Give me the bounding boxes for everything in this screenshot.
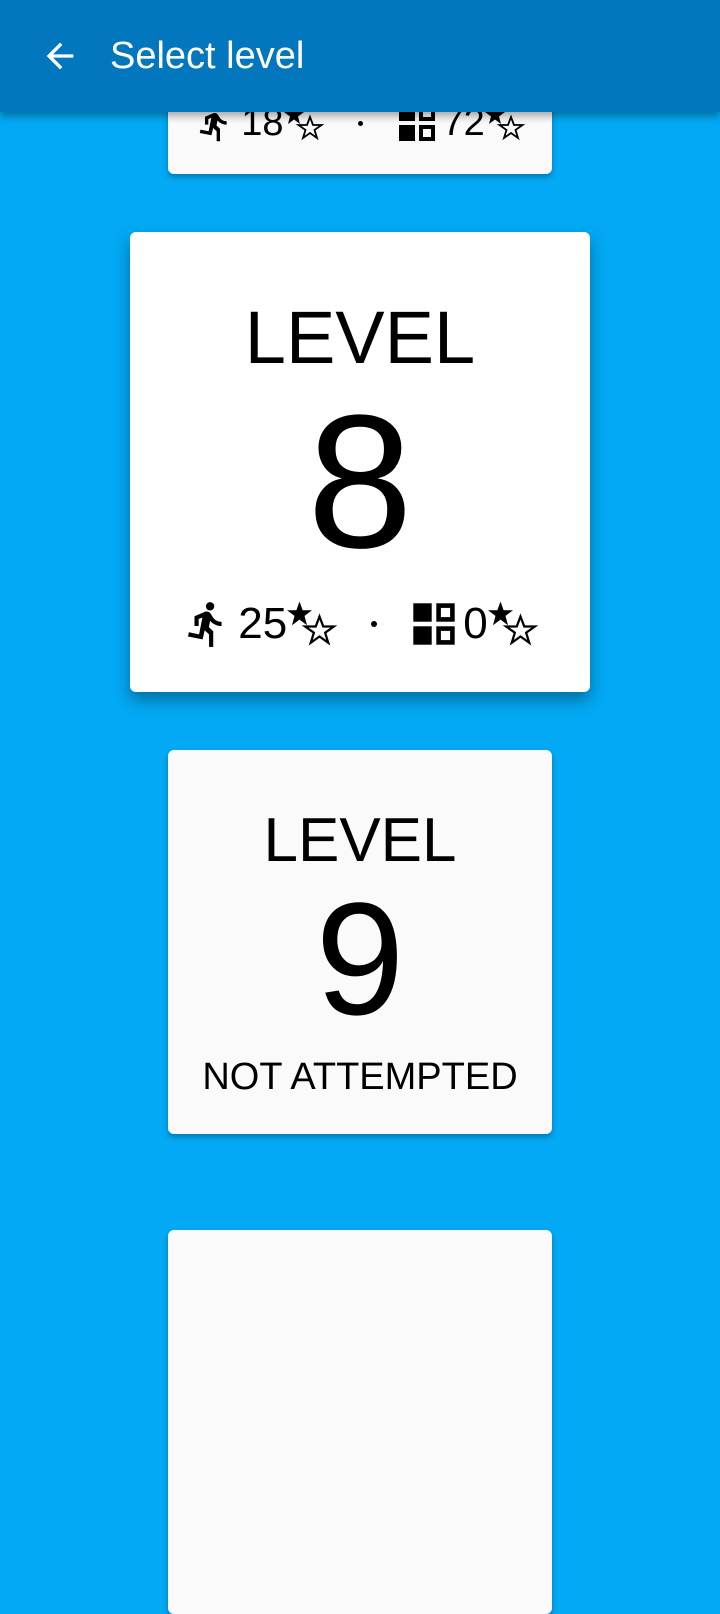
page-title: Select level: [110, 35, 305, 77]
level-label: LEVEL: [244, 296, 476, 379]
stars-icon: [287, 601, 338, 646]
level-number: 8: [307, 376, 413, 588]
level-card-9[interactable]: LEVEL 9 NOT ATTEMPTED: [168, 750, 552, 1134]
level-card-8[interactable]: LEVEL 8 25 0: [130, 232, 590, 692]
back-button[interactable]: [30, 26, 90, 86]
moves-stat: 25: [182, 599, 338, 649]
level-status: NOT ATTEMPTED: [202, 1056, 518, 1098]
level-label: LEVEL: [263, 806, 457, 875]
tiles-icon: [413, 603, 455, 645]
level-card-10[interactable]: [168, 1230, 552, 1614]
arrow-back-icon: [46, 42, 74, 70]
tiles-best-value: 0: [463, 599, 488, 648]
tiles-stat: 0: [411, 599, 538, 649]
app-bar: Select level: [0, 0, 720, 112]
separator-dot: [371, 621, 378, 627]
stars-icon: [487, 601, 538, 646]
level-stats: 25 0: [130, 594, 590, 654]
level-number: 9: [315, 869, 405, 1048]
separator-dot: [357, 120, 363, 126]
run-icon: [188, 602, 222, 647]
moves-best-value: 25: [238, 599, 288, 648]
